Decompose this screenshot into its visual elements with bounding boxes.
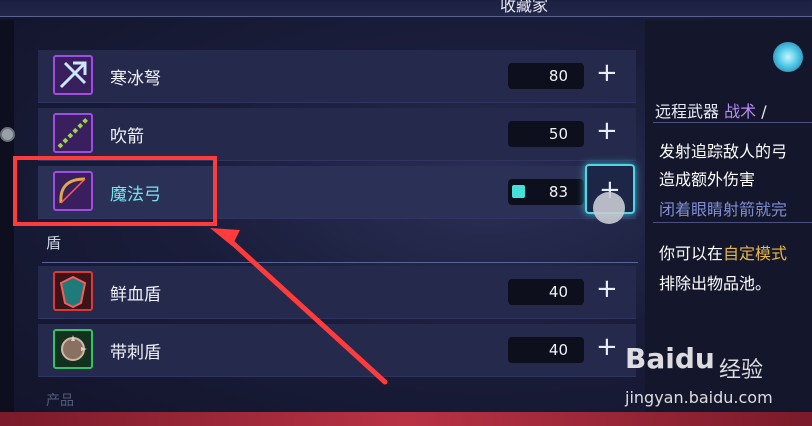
bottom-bar bbox=[0, 412, 812, 426]
hint-line: 排除出物品池。 bbox=[659, 274, 772, 293]
item-count: 50 bbox=[508, 121, 584, 147]
item-label: 带刺盾 bbox=[110, 343, 161, 363]
annotation-box bbox=[13, 156, 217, 226]
list-item[interactable]: 带刺盾 40 + bbox=[38, 324, 636, 377]
window-title: 收藏家 bbox=[500, 0, 549, 15]
section-title: 盾 bbox=[46, 234, 62, 252]
item-tag: 战术 bbox=[724, 102, 757, 121]
add-button[interactable]: + bbox=[596, 118, 618, 144]
list-item[interactable]: 鲜血盾 40 + bbox=[38, 266, 636, 319]
item-label: 寒冰弩 bbox=[110, 69, 161, 89]
watermark-product: 经验 bbox=[719, 358, 764, 383]
description-line: 造成额外伤害 bbox=[659, 170, 756, 189]
top-bar: 收藏家 bbox=[0, 0, 812, 17]
spiked-shield-icon bbox=[53, 329, 93, 369]
cell-orb-icon bbox=[773, 42, 803, 72]
next-section-title: 产品 bbox=[46, 393, 74, 409]
divider bbox=[42, 262, 638, 263]
item-count: 83 bbox=[508, 179, 584, 205]
item-count: 40 bbox=[508, 337, 584, 363]
add-button[interactable]: + bbox=[596, 276, 618, 302]
flavor-text: 闭着眼睛射箭就完 bbox=[659, 200, 788, 219]
cell-icon bbox=[512, 185, 525, 198]
blowgun-icon bbox=[53, 113, 93, 153]
item-label: 吹箭 bbox=[110, 127, 144, 147]
description-line: 发射追踪敌人的弓 bbox=[659, 142, 788, 161]
item-label: 鲜血盾 bbox=[110, 285, 161, 305]
add-button[interactable]: + bbox=[596, 334, 618, 360]
scroll-knob[interactable] bbox=[0, 127, 15, 142]
watermark-brand: Baidu bbox=[625, 342, 715, 375]
crossbow-icon bbox=[53, 55, 93, 95]
watermark-url: jingyan.baidu.com bbox=[625, 388, 773, 407]
item-count: 40 bbox=[508, 279, 584, 305]
details-divider bbox=[653, 222, 812, 223]
cursor-icon bbox=[593, 192, 625, 224]
details-divider bbox=[653, 122, 812, 123]
hint-line: 你可以在自定模式 bbox=[659, 244, 788, 263]
item-count: 80 bbox=[508, 63, 584, 89]
left-scroll-track[interactable] bbox=[0, 20, 14, 412]
blood-shield-icon bbox=[53, 271, 93, 311]
list-item[interactable]: 寒冰弩 80 + bbox=[38, 50, 636, 103]
baidu-watermark: Baidu 经验 jingyan.baidu.com bbox=[625, 340, 810, 410]
add-button[interactable]: + bbox=[596, 60, 618, 86]
item-category: 远程武器 战术 / bbox=[655, 102, 767, 121]
list-item[interactable]: 吹箭 50 + bbox=[38, 108, 636, 161]
